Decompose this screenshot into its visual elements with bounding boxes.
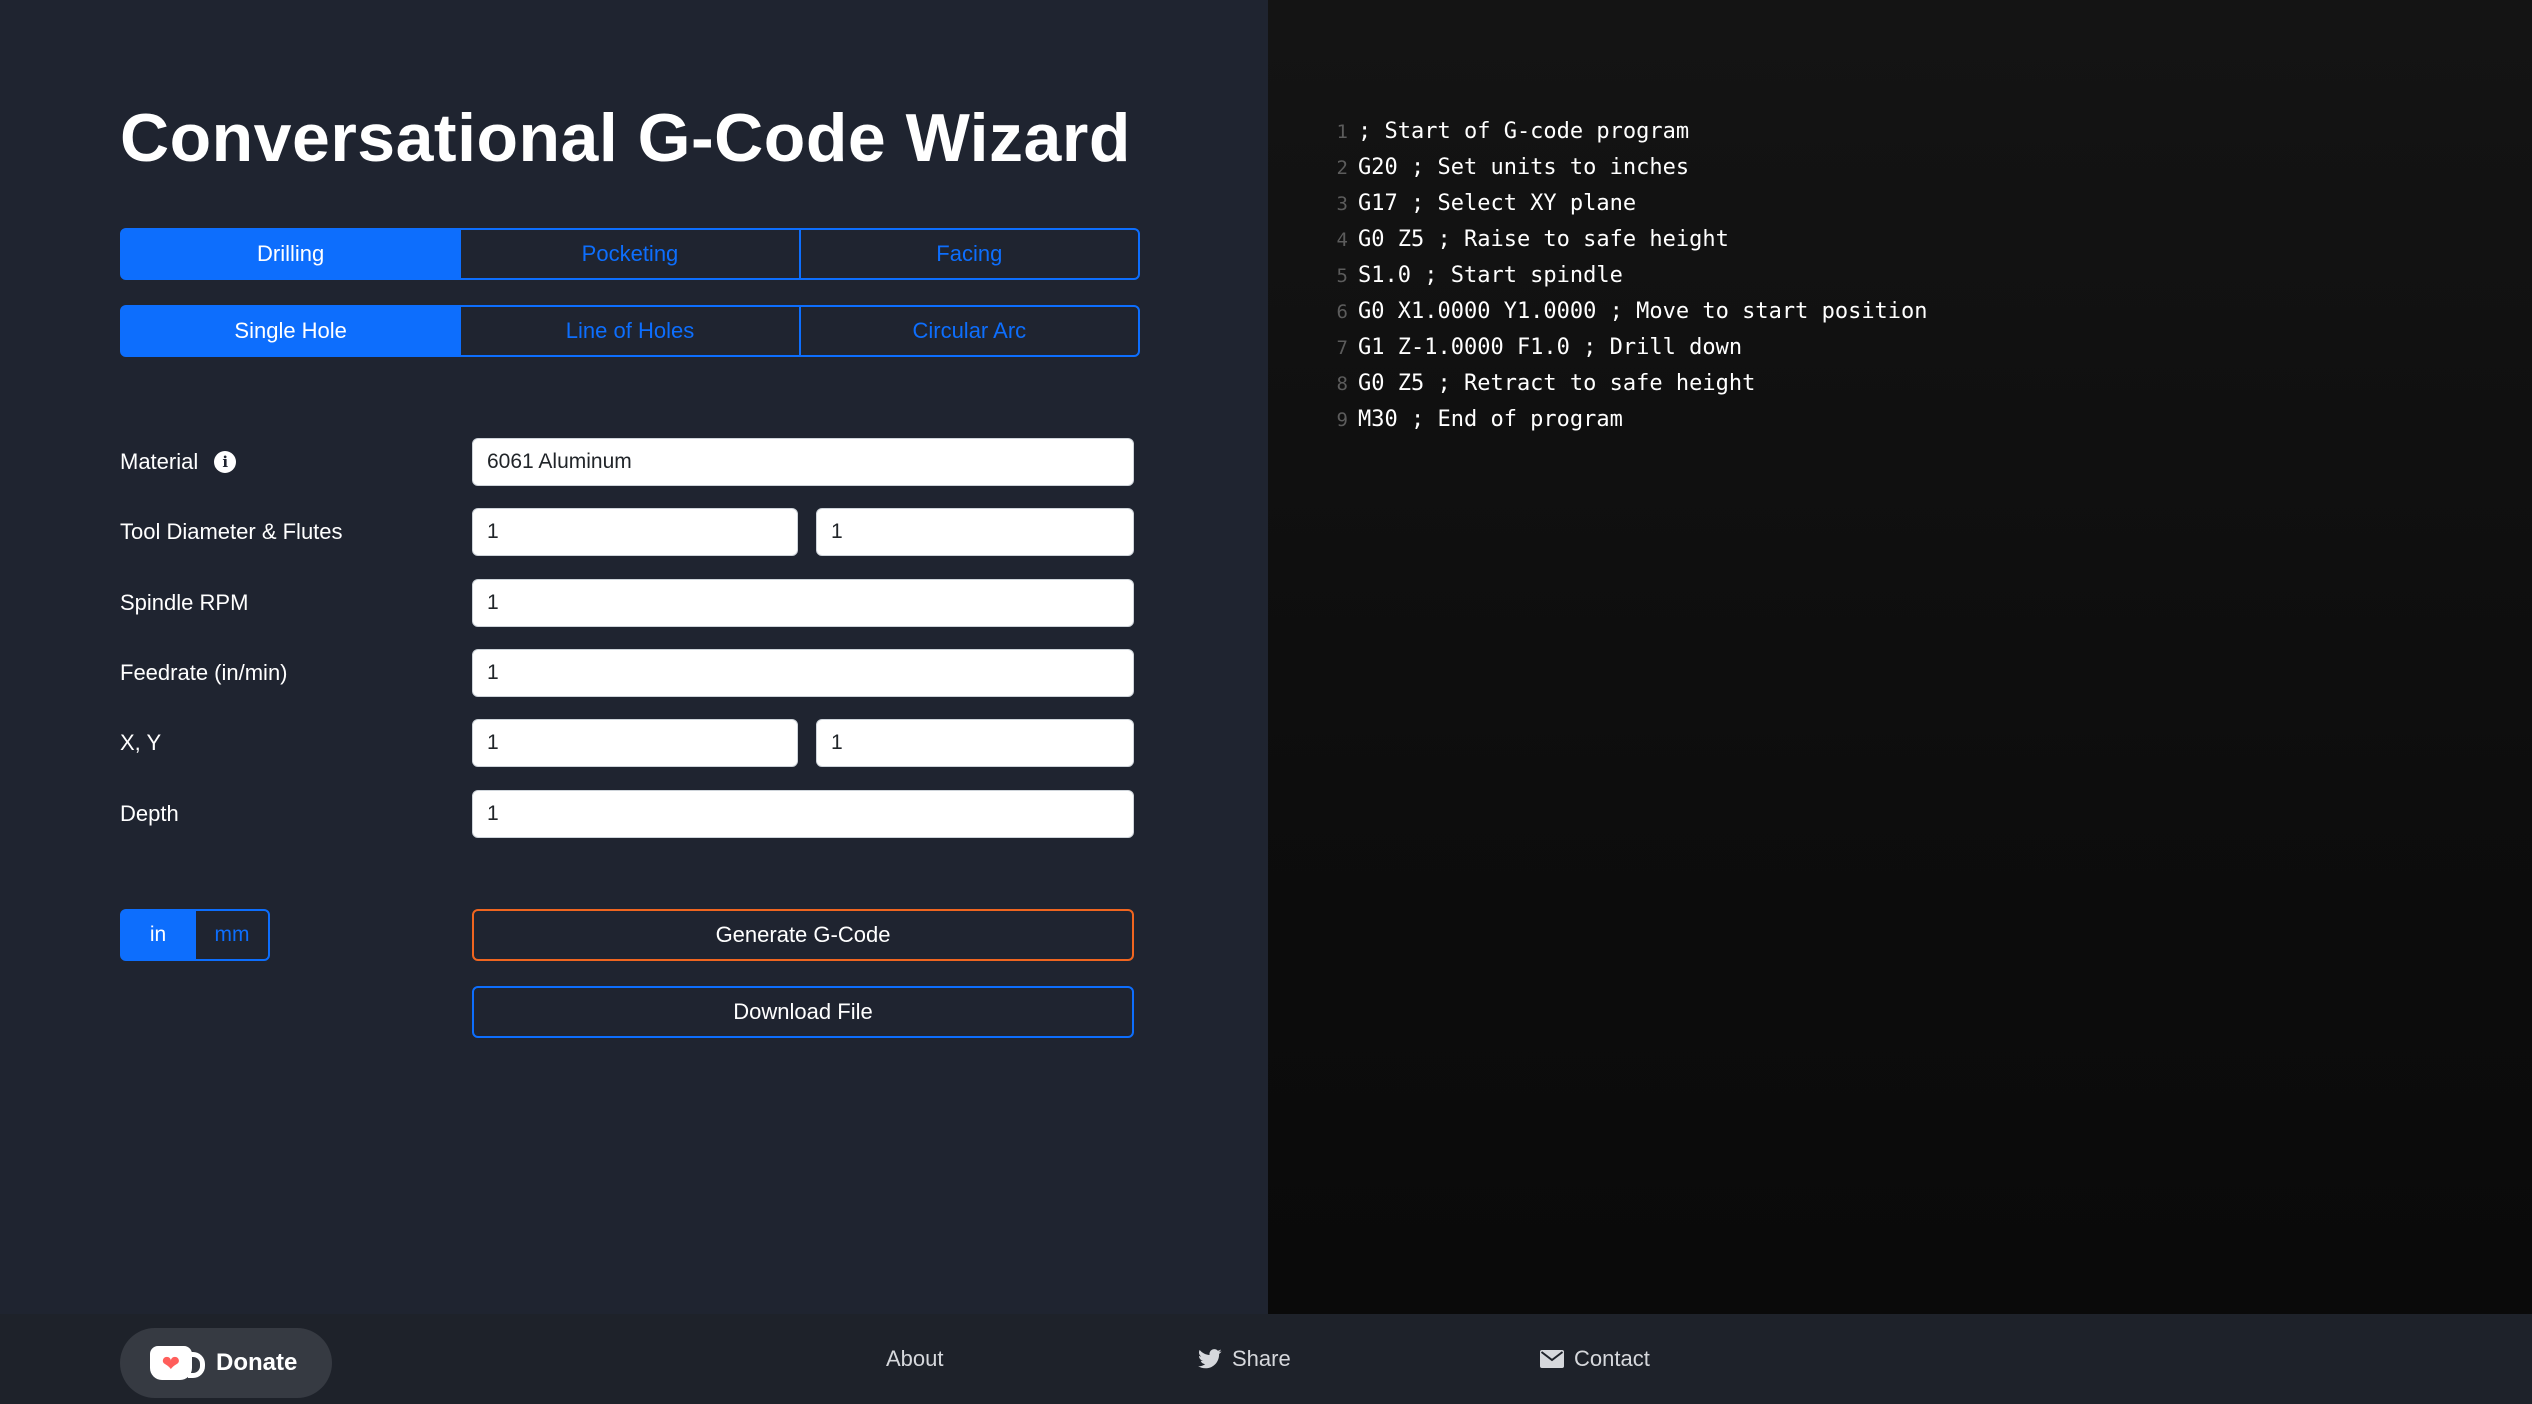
tab-facing[interactable]: Facing bbox=[798, 228, 1140, 280]
wizard-panel: Conversational G-Code Wizard Drilling Po… bbox=[0, 0, 1268, 1314]
line-number: 6 bbox=[1336, 301, 1348, 323]
envelope-icon bbox=[1540, 1350, 1564, 1368]
tab-drilling[interactable]: Drilling bbox=[120, 228, 462, 280]
gcode-output-panel[interactable]: 1 ; Start of G-code program 2 G20 ; Set … bbox=[1268, 0, 2532, 1314]
code-line: 5 S1.0 ; Start spindle bbox=[1328, 258, 1928, 294]
code-text: G0 X1.0000 Y1.0000 ; Move to start posit… bbox=[1358, 299, 1928, 324]
tab-line-of-holes[interactable]: Line of Holes bbox=[459, 305, 801, 357]
xy-row: X, Y bbox=[120, 719, 1134, 767]
code-line: 3 G17 ; Select XY plane bbox=[1328, 186, 1928, 222]
line-number: 8 bbox=[1336, 373, 1348, 395]
tool-row: Tool Diameter & Flutes bbox=[120, 508, 1134, 556]
material-label-wrap: Material i bbox=[120, 438, 237, 486]
code-text: M30 ; End of program bbox=[1358, 407, 1623, 432]
footer: ❤ Donate About Share Contact bbox=[0, 1314, 2532, 1404]
page-title: Conversational G-Code Wizard bbox=[120, 100, 1131, 176]
about-label: About bbox=[886, 1346, 944, 1371]
code-text: G20 ; Set units to inches bbox=[1358, 155, 1690, 180]
info-icon[interactable]: i bbox=[214, 451, 237, 473]
download-file-button[interactable]: Download File bbox=[472, 986, 1134, 1038]
spindle-row: Spindle RPM bbox=[120, 579, 1134, 627]
line-number: 7 bbox=[1336, 337, 1348, 359]
depth-row: Depth bbox=[120, 790, 1134, 838]
code-text: G0 Z5 ; Retract to safe height bbox=[1358, 371, 1756, 396]
share-link[interactable]: Share bbox=[1198, 1314, 1291, 1404]
code-line: 6 G0 X1.0000 Y1.0000 ; Move to start pos… bbox=[1328, 294, 1928, 330]
line-number: 2 bbox=[1336, 157, 1348, 179]
code-line: 4 G0 Z5 ; Raise to safe height bbox=[1328, 222, 1928, 258]
spindle-label: Spindle RPM bbox=[120, 590, 249, 615]
material-row: Material i bbox=[120, 438, 1134, 486]
material-label: Material bbox=[120, 449, 199, 474]
heart-icon: ❤ bbox=[161, 1350, 181, 1376]
code-line: 9 M30 ; End of program bbox=[1328, 402, 1928, 438]
tab-circular-arc[interactable]: Circular Arc bbox=[798, 305, 1140, 357]
code-line: 1 ; Start of G-code program bbox=[1328, 114, 1928, 150]
code-text: G1 Z-1.0000 F1.0 ; Drill down bbox=[1358, 335, 1743, 360]
generate-gcode-button[interactable]: Generate G-Code bbox=[472, 909, 1134, 961]
donate-label: Donate bbox=[216, 1349, 298, 1376]
depth-input[interactable] bbox=[472, 790, 1134, 838]
xy-label: X, Y bbox=[120, 730, 162, 755]
tool-flutes-input[interactable] bbox=[816, 508, 1134, 556]
spindle-rpm-input[interactable] bbox=[472, 579, 1134, 627]
twitter-icon bbox=[1198, 1349, 1222, 1369]
material-input[interactable] bbox=[472, 438, 1134, 486]
feedrate-label: Feedrate (in/min) bbox=[120, 660, 288, 685]
line-number: 5 bbox=[1336, 265, 1348, 287]
unit-mm-button[interactable]: mm bbox=[194, 909, 270, 961]
donate-button[interactable]: ❤ Donate bbox=[120, 1328, 332, 1398]
unit-in-button[interactable]: in bbox=[120, 909, 196, 961]
feedrate-row: Feedrate (in/min) bbox=[120, 649, 1134, 697]
operation-tabs: Drilling Pocketing Facing bbox=[120, 228, 1140, 280]
unit-toggle: in mm bbox=[120, 909, 270, 961]
tool-label: Tool Diameter & Flutes bbox=[120, 519, 343, 544]
code-line: 8 G0 Z5 ; Retract to safe height bbox=[1328, 366, 1928, 402]
code-text: G0 Z5 ; Raise to safe height bbox=[1358, 227, 1729, 252]
line-number: 4 bbox=[1336, 229, 1348, 251]
x-input[interactable] bbox=[472, 719, 798, 767]
tab-pocketing[interactable]: Pocketing bbox=[459, 228, 801, 280]
line-number: 3 bbox=[1336, 193, 1348, 215]
tool-diameter-input[interactable] bbox=[472, 508, 798, 556]
code-line: 7 G1 Z-1.0000 F1.0 ; Drill down bbox=[1328, 330, 1928, 366]
share-label: Share bbox=[1232, 1346, 1291, 1371]
contact-label: Contact bbox=[1574, 1346, 1650, 1371]
contact-link[interactable]: Contact bbox=[1540, 1314, 1650, 1404]
y-input[interactable] bbox=[816, 719, 1134, 767]
tab-single-hole[interactable]: Single Hole bbox=[120, 305, 462, 357]
about-link[interactable]: About bbox=[886, 1314, 944, 1404]
code-line: 2 G20 ; Set units to inches bbox=[1328, 150, 1928, 186]
code-text: ; Start of G-code program bbox=[1358, 119, 1690, 144]
kofi-cup-icon: ❤ bbox=[150, 1346, 205, 1380]
depth-label: Depth bbox=[120, 801, 179, 826]
code-text: S1.0 ; Start spindle bbox=[1358, 263, 1623, 288]
code-text: G17 ; Select XY plane bbox=[1358, 191, 1637, 216]
gcode-listing: 1 ; Start of G-code program 2 G20 ; Set … bbox=[1328, 114, 1928, 438]
feedrate-input[interactable] bbox=[472, 649, 1134, 697]
pattern-tabs: Single Hole Line of Holes Circular Arc bbox=[120, 305, 1140, 357]
line-number: 1 bbox=[1336, 121, 1348, 143]
line-number: 9 bbox=[1336, 409, 1348, 431]
